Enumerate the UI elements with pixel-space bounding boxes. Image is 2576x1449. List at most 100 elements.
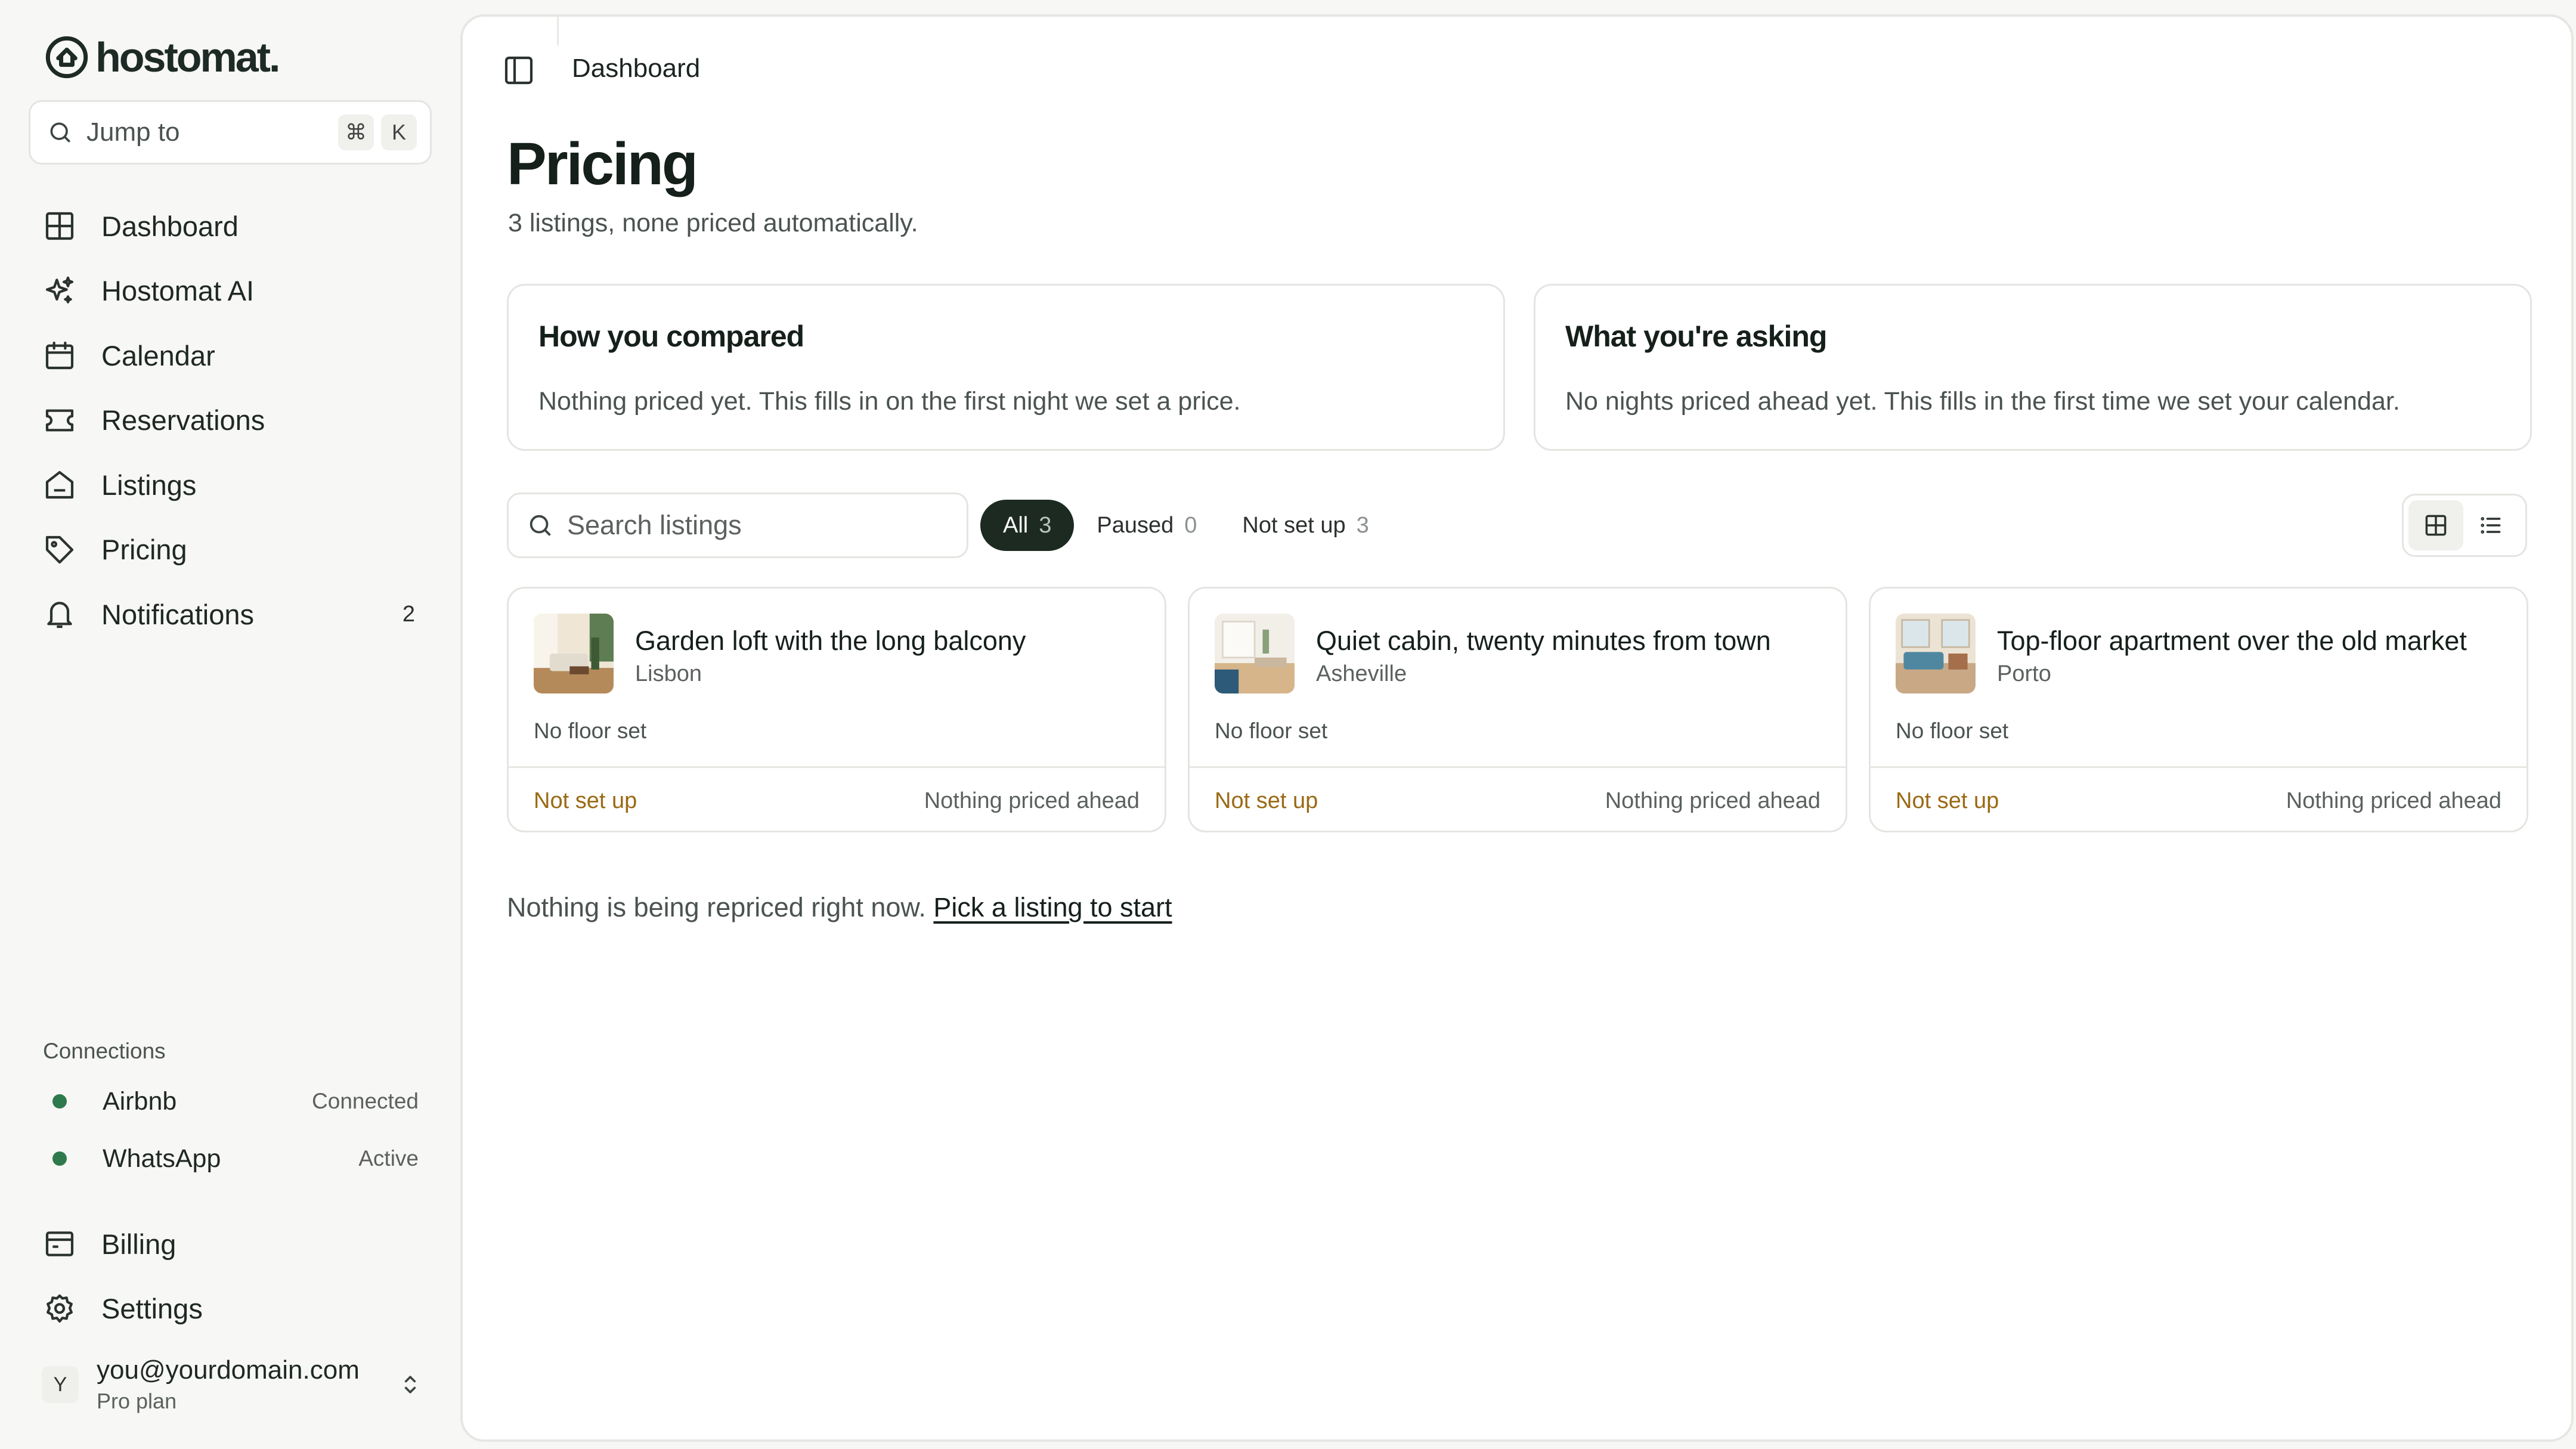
connection-name: Airbnb [103,1086,177,1116]
page-subtitle: 3 listings, none priced automatically. [508,209,918,237]
repricing-note-text: Nothing is being repriced right now. [507,892,926,922]
filter-count: 3 [1039,512,1052,538]
sidebar-item-pricing[interactable]: Pricing [29,518,434,583]
price-tag-icon [45,535,74,564]
pick-listing-link[interactable]: Pick a listing to start [933,892,1172,922]
garden-loft-photo [534,614,614,693]
chevron-up-down-icon [404,1376,416,1394]
gear-icon [47,1294,73,1323]
connection-whatsapp[interactable]: WhatsApp Active [43,1138,419,1179]
sidebar-item-label: Listings [101,469,197,501]
repricing-note: Nothing is being repriced right now. Pic… [507,892,1172,923]
filter-paused[interactable]: Paused 0 [1074,500,1219,551]
connection-status: Connected [312,1089,419,1113]
filter-label: Paused [1097,512,1174,538]
ticket-icon [45,409,74,432]
notifications-count-badge: 2 [402,601,415,627]
user-account-switcher[interactable]: Y you@yourdomain.com Pro plan [42,1349,423,1420]
sidebar-item-calendar[interactable]: Calendar [29,323,434,388]
listing-title: Top-floor apartment over the old market [1997,626,2467,656]
status-dot [52,1151,67,1166]
logo-house-icon [45,36,88,79]
listing-city: Lisbon [635,661,702,686]
sidebar-toggle-icon[interactable] [502,54,535,87]
avatar: Y [42,1366,79,1403]
page-title: Pricing [507,131,698,197]
filter-not-set-up[interactable]: Not set up 3 [1219,500,1391,551]
filter-all[interactable]: All 3 [980,500,1075,551]
top-floor-apartment-photo [1896,614,1976,693]
card-title: What you're asking [1565,320,1827,353]
search-icon [50,122,70,143]
sidebar-item-hostomat-ai[interactable]: Hostomat AI [29,259,434,324]
sidebar-item-listings[interactable]: Listings [29,453,434,518]
dashboard-grid-icon [45,212,74,240]
filter-count: 3 [1356,512,1369,538]
list-view-icon [2481,517,2501,534]
search-listings-input[interactable]: Search listings [507,493,968,558]
sidebar-bottom-nav: Billing Settings [29,1212,434,1341]
user-email: you@yourdomain.com [97,1355,360,1385]
sidebar-item-settings[interactable]: Settings [29,1277,434,1342]
jump-to-search[interactable]: Jump to ⌘ K [29,100,432,165]
sidebar-item-label: Calendar [101,339,215,371]
listing-photo [534,614,614,693]
filter-label: Not set up [1242,512,1346,538]
connections-heading: Connections [43,1039,166,1063]
listing-card[interactable]: Garden loft with the long balcony Lisbon… [507,587,1166,832]
breadcrumb[interactable]: Dashboard [572,54,700,83]
grid-view-button[interactable] [2408,500,2463,550]
priced-ahead-status: Nothing priced ahead [2286,788,2501,813]
sidebar-item-label: Settings [101,1293,203,1325]
listing-card[interactable]: Top-floor apartment over the old market … [1869,587,2528,832]
sidebar-item-dashboard[interactable]: Dashboard [29,194,434,259]
brand-name: hostomat. [95,34,280,80]
listing-floor-price: No floor set [1896,719,2009,743]
filter-label: All [1003,512,1029,538]
listing-card[interactable]: Quiet cabin, twenty minutes from town As… [1188,587,1847,832]
calendar-icon [45,342,74,370]
sidebar-item-reservations[interactable]: Reservations [29,388,434,453]
sidebar-item-label: Dashboard [101,210,239,242]
sidebar-item-label: Reservations [101,404,265,436]
sidebar-item-label: Billing [101,1228,177,1260]
search-placeholder: Search listings [567,510,742,540]
quiet-cabin-photo [1215,614,1295,693]
main-panel: Dashboard Pricing 3 listings, none price… [460,14,2574,1442]
brand-logo[interactable]: hostomat. [44,33,280,81]
what-youre-asking-card: What you're asking No nights priced ahea… [1534,284,2532,451]
credit-card-icon [45,1231,74,1257]
connection-status: Active [358,1146,419,1171]
priced-ahead-status: Nothing priced ahead [924,788,1140,813]
shortcut-key-k: K [381,114,417,150]
listing-floor-price: No floor set [1215,719,1328,743]
card-title: How you compared [538,320,804,353]
sidebar-item-notifications[interactable]: Notifications 2 [29,582,434,647]
filter-count: 0 [1184,512,1197,538]
home-icon [45,471,74,499]
status-badge: Not set up [1215,788,1318,813]
listing-photo [1215,614,1295,693]
sidebar: hostomat. Jump to ⌘ K Dashboard Hostomat… [0,0,459,1449]
status-badge: Not set up [534,788,637,813]
view-toggle [2402,494,2527,557]
shortcut-key-cmd: ⌘ [338,114,374,150]
app-root: hostomat. Jump to ⌘ K Dashboard Hostomat… [0,0,2576,1449]
card-divider [1190,766,1846,768]
sidebar-item-billing[interactable]: Billing [29,1212,434,1277]
card-divider [509,766,1165,768]
list-view-button[interactable] [2463,500,2518,550]
connection-name: WhatsApp [103,1144,221,1173]
sidebar-nav: Dashboard Hostomat AI Calendar Reservati… [29,194,434,647]
sidebar-item-label: Pricing [101,534,187,566]
priced-ahead-status: Nothing priced ahead [1605,788,1820,813]
topbar-divider [557,17,559,45]
sidebar-item-label: Notifications [101,598,254,630]
connection-airbnb[interactable]: Airbnb Connected [43,1080,419,1122]
filter-tabs: All 3 Paused 0 Not set up 3 [980,500,1392,551]
card-text: No nights priced ahead yet. This fills i… [1565,387,2400,416]
listing-photo [1896,614,1976,693]
bell-icon [47,602,72,628]
status-dot [52,1094,67,1109]
listing-city: Porto [1997,661,2051,686]
